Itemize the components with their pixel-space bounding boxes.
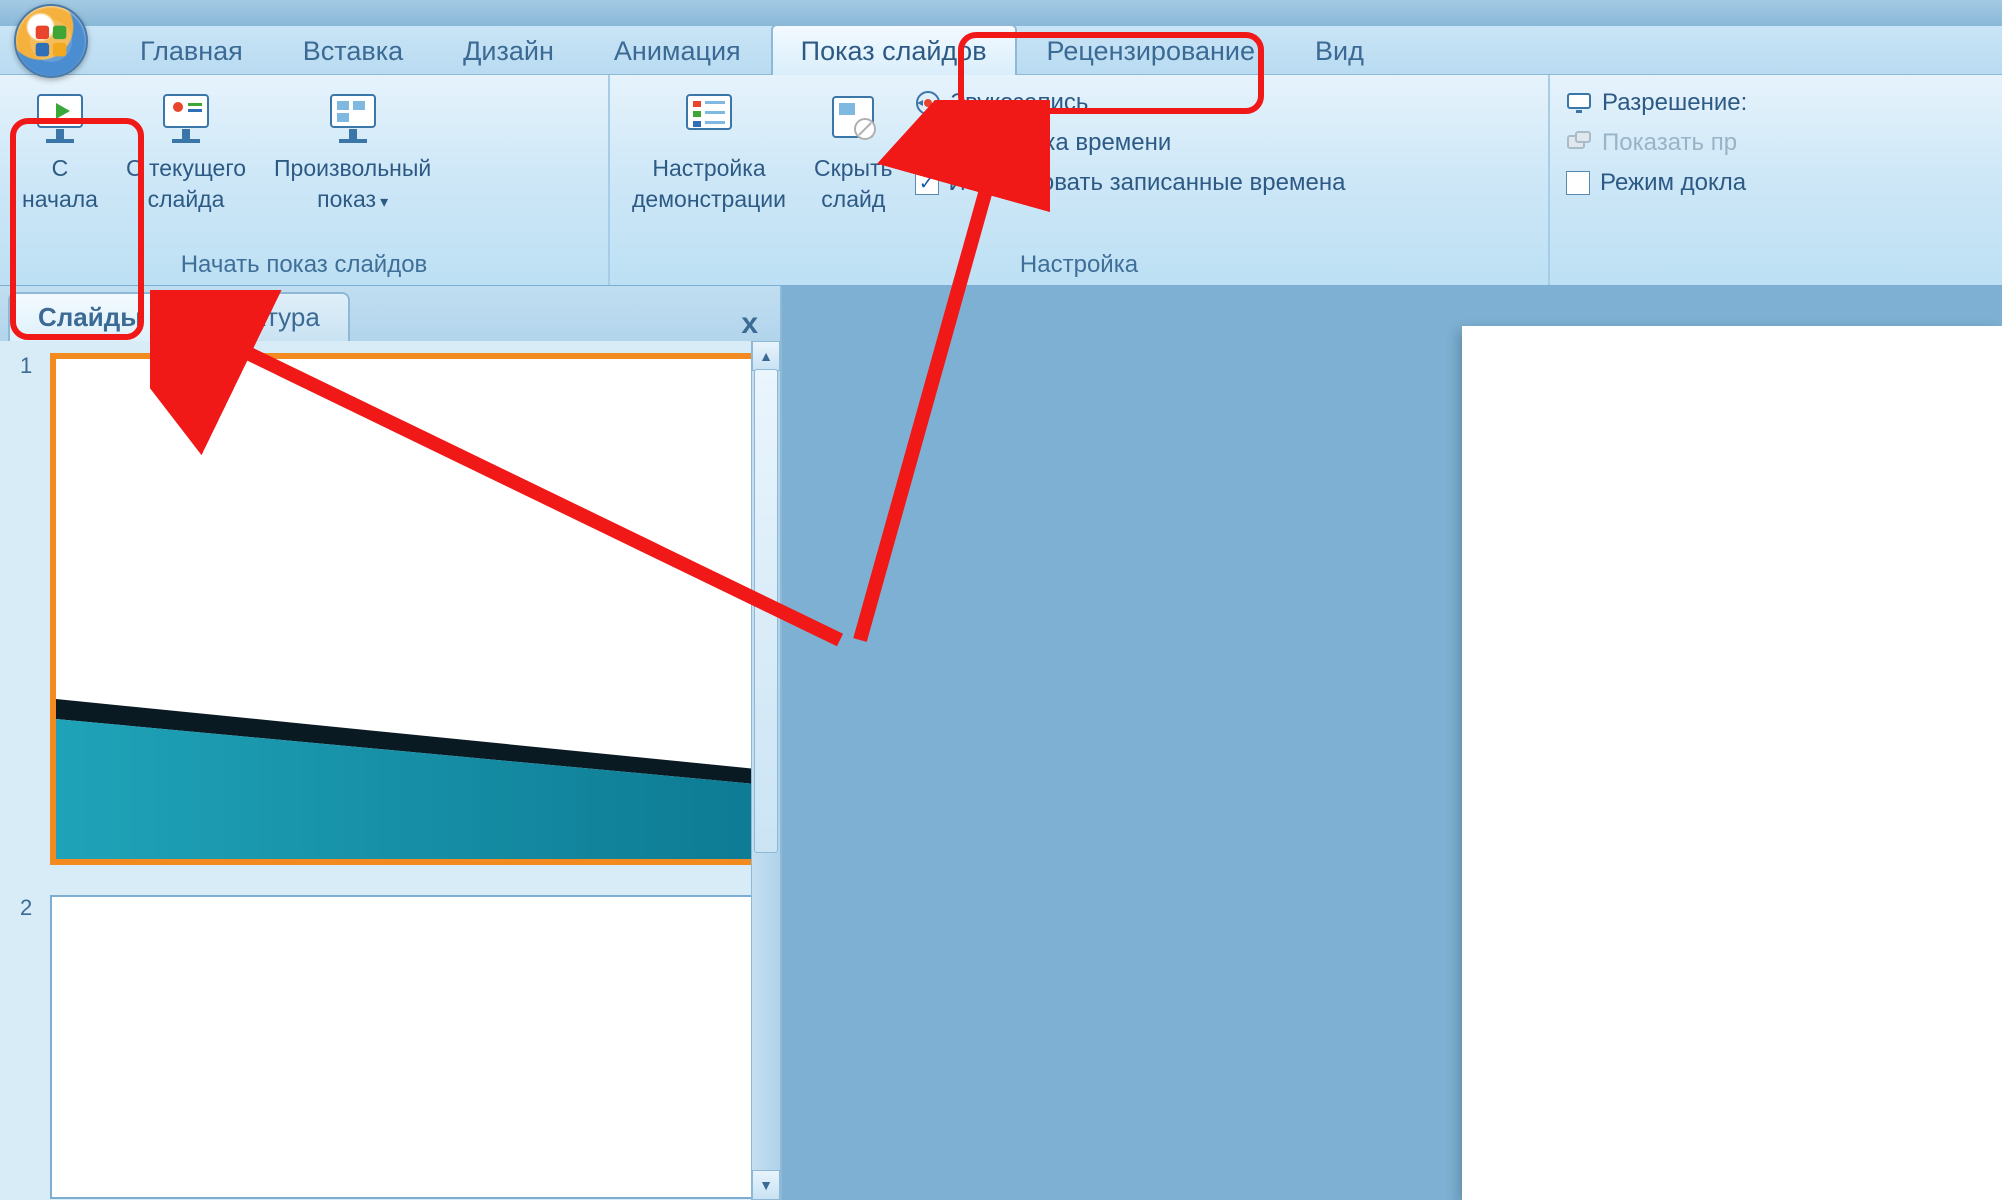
thumbnail-preview — [50, 353, 760, 865]
tab-design[interactable]: Дизайн — [433, 24, 584, 75]
monitors-icon — [1566, 130, 1592, 156]
setup-show-label-2: демонстрации — [632, 184, 786, 215]
from-beginning-button[interactable]: С начала — [10, 81, 110, 223]
custom-show-icon — [325, 89, 381, 145]
custom-show-label-2: показ — [317, 186, 376, 212]
slide-canvas[interactable] — [1462, 326, 2002, 1200]
dropdown-icon: ▾ — [380, 194, 388, 211]
scroll-track[interactable] — [752, 369, 780, 1172]
tab-insert[interactable]: Вставка — [273, 24, 433, 75]
slides-pane: Слайды Структура x 1 2 — [0, 286, 782, 1200]
scroll-thumb[interactable] — [754, 369, 778, 853]
hide-slide-icon — [825, 89, 881, 145]
use-timings-label: Использовать записанные времена — [949, 169, 1346, 197]
custom-show-button[interactable]: Произвольный показ▾ — [262, 81, 443, 223]
use-timings-checkbox[interactable]: ✓ Использовать записанные времена — [909, 165, 1352, 201]
checkbox-icon: ✓ — [915, 171, 939, 195]
group-setup: Настройка демонстрации Скрыть слайд Звук… — [610, 75, 1550, 285]
slide-editor — [782, 286, 2002, 1200]
content-area: Слайды Структура x 1 2 — [0, 286, 2002, 1200]
presenter-view-checkbox[interactable]: Режим докла — [1560, 165, 1753, 201]
thumbnails-list: 1 2 ▲ ▼ — [0, 341, 780, 1200]
from-current-label-1: С текущего — [126, 153, 246, 184]
setup-show-icon — [681, 89, 737, 145]
show-on-label: Показать пр — [1602, 129, 1737, 157]
group-start-slideshow: С начала С текущего слайда Произвольный … — [0, 75, 610, 285]
tab-review[interactable]: Рецензирование — [1017, 24, 1286, 75]
pane-tab-outline[interactable]: Структура — [166, 292, 349, 341]
rehearse-timings-button[interactable]: Настройка времени — [909, 125, 1352, 161]
tab-slideshow[interactable]: Показ слайдов — [771, 24, 1017, 75]
pane-tabs: Слайды Структура x — [0, 286, 780, 341]
record-narration-button[interactable]: Звукозапись — [909, 85, 1352, 121]
hide-slide-label-1: Скрыть — [814, 153, 893, 184]
from-current-button[interactable]: С текущего слайда — [114, 81, 258, 223]
from-beginning-label-1: С — [52, 153, 69, 184]
from-current-label-2: слайда — [148, 184, 225, 215]
setup-show-button[interactable]: Настройка демонстрации — [620, 81, 798, 223]
resolution-label: Разрешение: — [1602, 89, 1747, 117]
thumbnail-number: 2 — [20, 895, 40, 1199]
ribbon-tabs: Главная Вставка Дизайн Анимация Показ сл… — [0, 26, 2002, 75]
group-monitors-label — [1560, 275, 1992, 283]
office-button[interactable] — [14, 4, 88, 78]
group-monitors: Разрешение: Показать пр Режим докла — [1550, 75, 2002, 285]
pane-tab-slides[interactable]: Слайды — [8, 292, 172, 341]
thumbnails-scrollbar[interactable]: ▲ ▼ — [751, 341, 780, 1200]
rehearse-label: Настройка времени — [951, 129, 1172, 157]
scroll-up-button[interactable]: ▲ — [752, 341, 780, 371]
presenter-label: Режим докла — [1600, 169, 1746, 197]
app-window: Главная Вставка Дизайн Анимация Показ сл… — [0, 0, 2002, 1200]
setup-show-label-1: Настройка — [652, 153, 765, 184]
pane-close-button[interactable]: x — [727, 307, 772, 341]
tab-animation[interactable]: Анимация — [584, 24, 771, 75]
group-start-label: Начать показ слайдов — [10, 247, 598, 283]
from-beginning-label-2: начала — [22, 184, 98, 215]
clock-icon — [915, 130, 941, 156]
thumbnail-item[interactable]: 1 — [20, 353, 760, 865]
thumbnail-number: 1 — [20, 353, 40, 865]
show-on-dropdown[interactable]: Показать пр — [1560, 125, 1753, 161]
record-label: Звукозапись — [951, 89, 1089, 117]
hide-slide-label-2: слайд — [821, 184, 885, 215]
title-bar — [0, 0, 2002, 26]
custom-show-label-1: Произвольный — [274, 155, 431, 181]
from-current-icon — [158, 89, 214, 145]
thumbnail-preview — [50, 895, 760, 1199]
resolution-dropdown[interactable]: Разрешение: — [1560, 85, 1753, 121]
scroll-down-button[interactable]: ▼ — [752, 1170, 780, 1200]
group-setup-label: Настройка — [620, 247, 1538, 283]
hide-slide-button[interactable]: Скрыть слайд — [802, 81, 905, 223]
tab-view[interactable]: Вид — [1285, 24, 1394, 75]
ribbon: С начала С текущего слайда Произвольный … — [0, 75, 2002, 287]
from-beginning-icon — [32, 89, 88, 145]
record-icon — [915, 90, 941, 116]
checkbox-empty-icon — [1566, 171, 1590, 195]
slide-wave-graphic — [56, 689, 756, 859]
tab-home[interactable]: Главная — [110, 24, 273, 75]
monitor-icon — [1566, 90, 1592, 116]
thumbnail-item[interactable]: 2 — [20, 895, 760, 1199]
